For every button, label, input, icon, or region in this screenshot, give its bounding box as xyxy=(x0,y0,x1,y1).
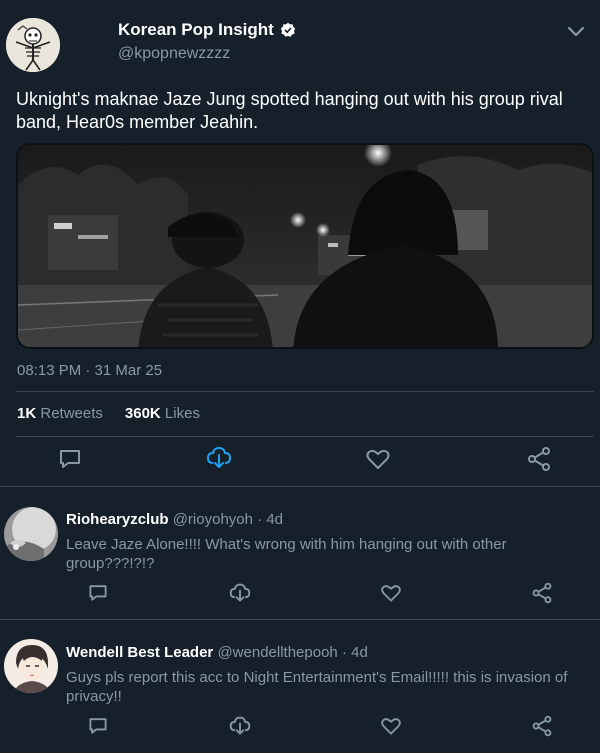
reply-header: Wendell Best Leader @wendellthepooh · 4d xyxy=(66,644,368,661)
likes-stat[interactable]: 360K Likes xyxy=(125,405,200,422)
retweet-icon[interactable] xyxy=(229,582,251,604)
display-name[interactable]: Korean Pop Insight xyxy=(118,20,296,40)
retweet-icon[interactable] xyxy=(229,715,251,737)
tweet-detail-page: Korean Pop Insight @kpopnewzzzz Uknight'… xyxy=(0,0,600,753)
verified-badge-icon xyxy=(280,22,296,38)
share-icon[interactable] xyxy=(531,582,553,604)
reply-icon[interactable] xyxy=(87,582,109,604)
reply-text: Leave Jaze Alone!!!! What's wrong with h… xyxy=(66,536,507,572)
reply-icon[interactable] xyxy=(87,715,109,737)
reply-time[interactable]: · 4d xyxy=(257,511,283,528)
reply-author-name[interactable]: Wendell Best Leader xyxy=(66,644,213,661)
reply-icon[interactable] xyxy=(57,446,83,472)
retweet-icon[interactable] xyxy=(206,445,232,471)
retweets-count: 1K xyxy=(17,405,37,422)
reply-header: Riohearyzclub @rioyohyoh · 4d xyxy=(66,511,283,528)
like-icon[interactable] xyxy=(380,582,402,604)
tweet-stats: 1K Retweets 360K Likes xyxy=(17,405,200,422)
avatar[interactable] xyxy=(4,507,58,561)
reply-author-name[interactable]: Riohearyzclub xyxy=(66,511,169,528)
tweet-timestamp[interactable]: 08:13 PM · 31 Mar 25 xyxy=(17,362,162,379)
likes-count: 360K xyxy=(124,405,161,422)
tweet-media-image[interactable] xyxy=(16,143,594,349)
main-tweet: Korean Pop Insight @kpopnewzzzz Uknight'… xyxy=(0,0,600,486)
reply-author-handle[interactable]: @rioyohyoh xyxy=(173,511,253,528)
avatar[interactable] xyxy=(6,18,60,72)
reply-tweet[interactable]: Wendell Best Leader @wendellthepooh · 4d… xyxy=(0,620,600,753)
like-icon[interactable] xyxy=(365,446,391,472)
share-icon[interactable] xyxy=(526,446,552,472)
divider xyxy=(16,391,594,392)
tweet-actions xyxy=(0,440,600,478)
divider xyxy=(16,436,594,437)
likes-label: Likes xyxy=(164,405,200,422)
reply-text: Guys pls report this acc to Night Entert… xyxy=(66,669,568,705)
avatar[interactable] xyxy=(4,639,58,693)
chevron-down-icon[interactable] xyxy=(564,22,588,42)
reply-author-handle[interactable]: @wendellthepooh xyxy=(217,644,337,661)
retweets-stat[interactable]: 1K Retweets xyxy=(17,405,103,422)
handle[interactable]: @kpopnewzzzz xyxy=(118,45,230,63)
reply-tweet[interactable]: Riohearyzclub @rioyohyoh · 4d Leave Jaze… xyxy=(0,487,600,618)
retweets-label: Retweets xyxy=(40,405,103,422)
tweet-text: Uknight's maknae Jaze Jung spotted hangi… xyxy=(16,89,563,132)
share-icon[interactable] xyxy=(531,715,553,737)
display-name-text: Korean Pop Insight xyxy=(118,20,274,39)
reply-time[interactable]: · 4d xyxy=(342,644,368,661)
like-icon[interactable] xyxy=(380,715,402,737)
